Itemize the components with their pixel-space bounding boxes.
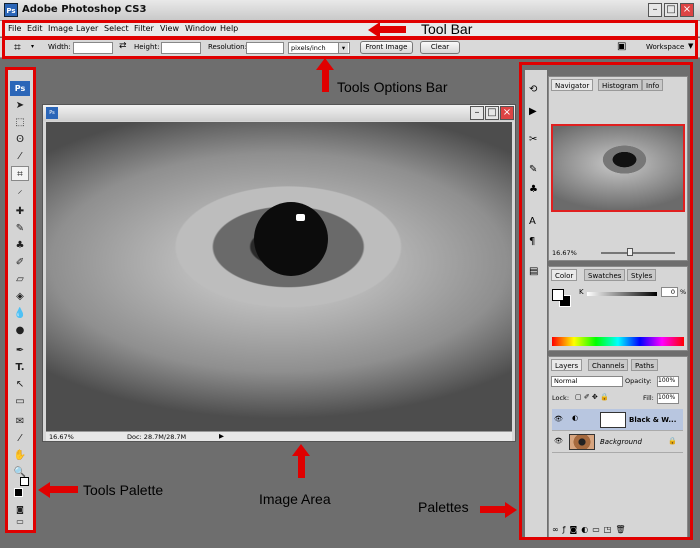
minimize-button[interactable]: –	[648, 3, 662, 17]
photoshop-app-icon: Ps	[4, 3, 18, 17]
arrow-shaft	[50, 486, 78, 493]
document-title-bar: Ps – □ ×	[43, 105, 515, 121]
zoom-level[interactable]: 16.67%	[49, 433, 74, 441]
label-tools-palette: Tools Palette	[83, 482, 164, 498]
doc-close-button[interactable]: ×	[500, 106, 514, 120]
close-button[interactable]: ×	[680, 3, 694, 17]
title-bar: Ps Adobe Photoshop CS3 – □ ×	[0, 0, 700, 21]
arrow-tool-bar	[368, 22, 380, 38]
arrow-shaft	[298, 456, 305, 478]
pupil	[254, 202, 328, 276]
document-window: Ps – □ × 16.67% Doc: 28.7M/28.7M ▶	[42, 104, 516, 442]
label-palettes: Palettes	[418, 499, 469, 515]
arrow-image-area	[292, 444, 310, 456]
options-bar-highlight	[2, 37, 698, 59]
tools-palette-highlight	[5, 67, 36, 533]
label-image-area: Image Area	[259, 491, 331, 507]
arrow-shaft	[480, 506, 506, 513]
doc-size-info: Doc: 28.7M/28.7M	[127, 433, 187, 441]
arrow-palettes	[505, 502, 517, 518]
catchlight	[296, 214, 305, 221]
doc-minimize-button[interactable]: –	[470, 106, 484, 120]
palettes-highlight	[519, 62, 693, 540]
arrow-shaft	[380, 26, 406, 33]
maximize-button[interactable]: □	[664, 3, 678, 17]
arrow-tools-palette	[38, 482, 50, 498]
eye-photo-canvas[interactable]	[46, 122, 512, 434]
play-icon[interactable]: ▶	[219, 432, 224, 440]
label-tool-bar: Tool Bar	[421, 21, 473, 37]
document-icon: Ps	[46, 107, 58, 119]
arrow-shaft	[322, 70, 329, 92]
label-tools-options-bar: Tools Options Bar	[337, 79, 448, 95]
arrow-options-bar	[316, 58, 334, 70]
doc-maximize-button[interactable]: □	[485, 106, 499, 120]
window-title: Adobe Photoshop CS3	[22, 4, 147, 15]
document-status-bar: 16.67% Doc: 28.7M/28.7M ▶	[46, 431, 512, 441]
